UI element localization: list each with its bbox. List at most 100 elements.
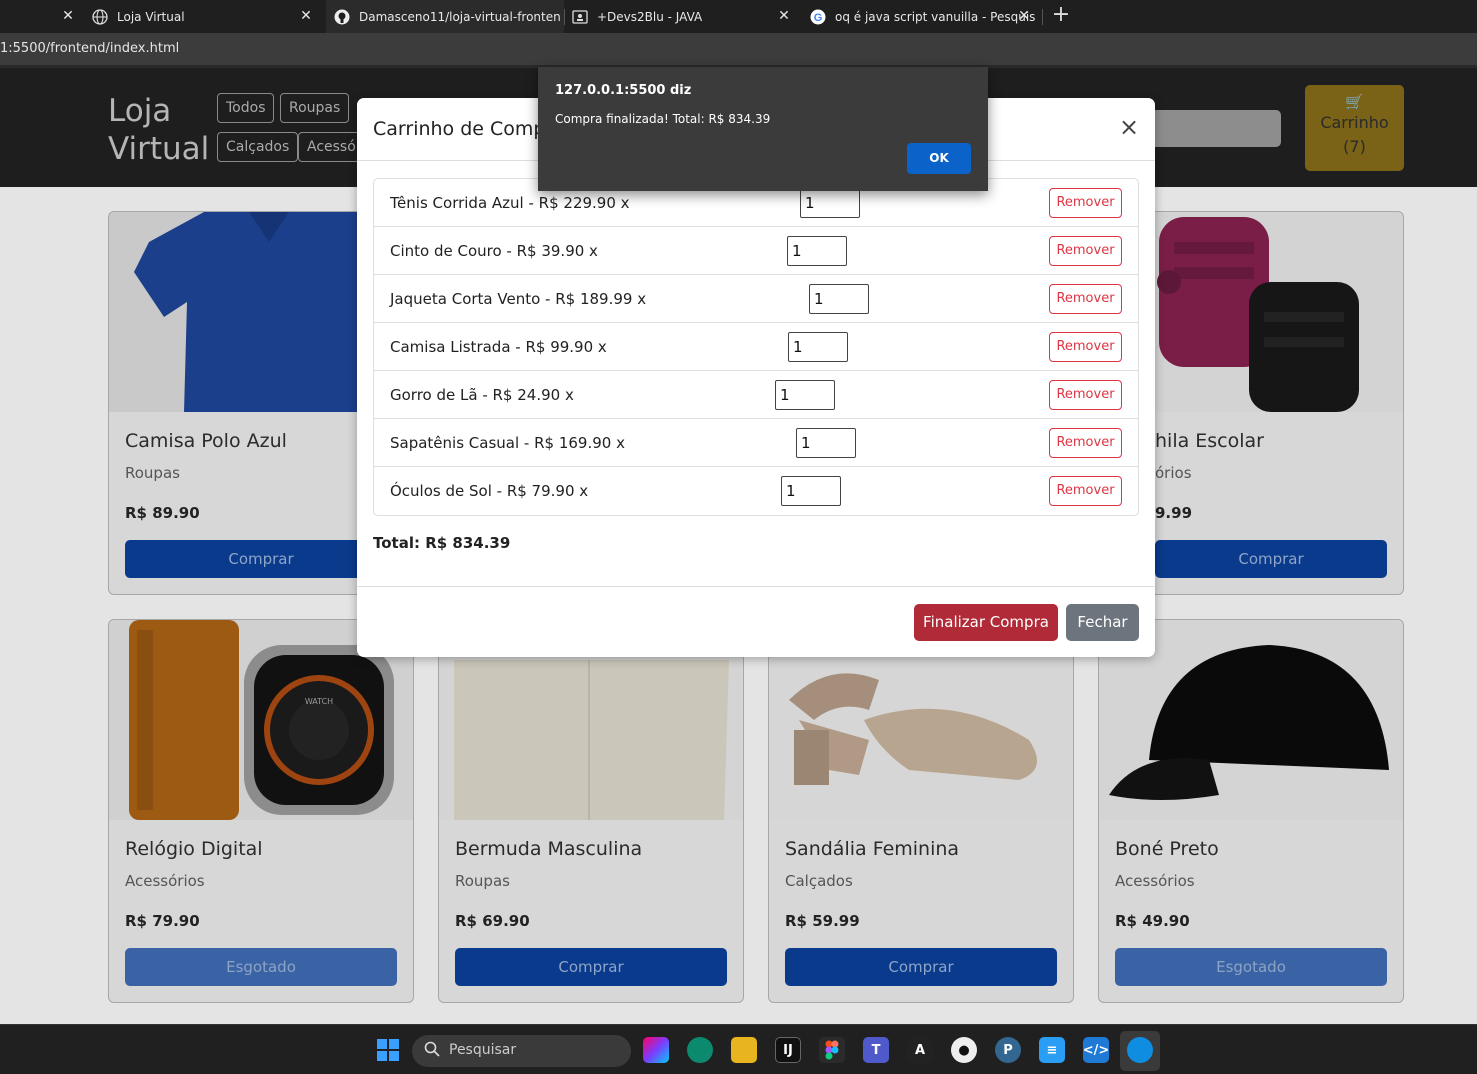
product-name: Relógio Digital xyxy=(125,838,263,860)
copilot-icon[interactable] xyxy=(643,1037,669,1063)
globe-icon xyxy=(92,8,108,25)
alert-ok-button[interactable]: OK xyxy=(907,143,971,174)
cart-button[interactable]: 🛒 Carrinho (7) xyxy=(1305,85,1404,171)
app-panda-icon[interactable]: ● xyxy=(951,1037,977,1063)
remove-button[interactable]: Remover xyxy=(1049,188,1122,218)
intellij-icon[interactable]: IJ xyxy=(775,1037,801,1063)
cart-item: Óculos de Sol - R$ 79.90 x 1 Remover xyxy=(374,467,1138,515)
product-card: WATCH Relógio Digital Acessórios R$ 79.9… xyxy=(108,619,414,1003)
google-icon: G xyxy=(810,9,826,25)
address-bar[interactable]: 1:5500/frontend/index.html xyxy=(0,33,1477,65)
cart-item: Camisa Listrada - R$ 99.90 x 1 Remover xyxy=(374,323,1138,371)
cart-icon: 🛒 xyxy=(1345,93,1364,111)
cart-item-label: Cinto de Couro - R$ 39.90 x xyxy=(390,242,598,260)
product-category: Acessórios xyxy=(1115,872,1195,890)
cart-label: Carrinho xyxy=(1320,113,1389,132)
product-category: Roupas xyxy=(455,872,510,890)
file-explorer-icon[interactable] xyxy=(731,1037,757,1063)
taskbar-search-placeholder: Pesquisar xyxy=(449,1042,517,1058)
svg-text:G: G xyxy=(814,12,823,24)
cart-item-label: Tênis Corrida Azul - R$ 229.90 x xyxy=(390,194,630,212)
site-brand[interactable]: Loja Virtual xyxy=(108,92,209,168)
notepad-icon[interactable]: ≡ xyxy=(1039,1037,1065,1063)
remove-button[interactable]: Remover xyxy=(1049,332,1122,362)
cart-items-list: Tênis Corrida Azul - R$ 229.90 x 1 Remov… xyxy=(373,178,1139,516)
category-accessories-button[interactable]: Acessórios xyxy=(298,132,360,162)
product-price: R$ 89.90 xyxy=(125,504,200,522)
finalize-purchase-button[interactable]: Finalizar Compra xyxy=(914,604,1058,641)
close-icon[interactable]: × xyxy=(1117,115,1141,140)
tab-devs2blu[interactable]: +Devs2Blu - JAVA ✕ xyxy=(564,0,800,33)
vscode-icon[interactable]: </> xyxy=(1083,1037,1109,1063)
close-icon[interactable]: ✕ xyxy=(776,8,792,24)
remove-button[interactable]: Remover xyxy=(1049,476,1122,506)
cart-item-label: Gorro de Lã - R$ 24.90 x xyxy=(390,386,574,404)
cart-item: Sapatênis Casual - R$ 169.90 x 1 Remover xyxy=(374,419,1138,467)
quantity-input[interactable]: 1 xyxy=(781,476,841,506)
sold-out-button[interactable]: Esgotado xyxy=(1115,948,1387,986)
product-card: Sandália Feminina Calçados R$ 59.99 Comp… xyxy=(768,619,1074,1003)
product-price: 9.99 xyxy=(1155,504,1193,522)
tab-loja-virtual[interactable]: Loja Virtual ✕ xyxy=(84,0,322,33)
edge-icon[interactable] xyxy=(687,1037,713,1063)
cart-item-label: Óculos de Sol - R$ 79.90 x xyxy=(390,482,589,500)
quantity-input[interactable]: 1 xyxy=(775,380,835,410)
taskbar-search[interactable]: Pesquisar xyxy=(412,1035,631,1067)
cart-total: Total: R$ 834.39 xyxy=(373,534,511,552)
product-name: hila Escolar xyxy=(1155,430,1264,452)
sold-out-button[interactable]: Esgotado xyxy=(125,948,397,986)
quantity-input[interactable]: 1 xyxy=(796,428,856,458)
category-all-button[interactable]: Todos xyxy=(217,93,275,123)
close-icon[interactable]: ✕ xyxy=(60,8,76,24)
product-category: órios xyxy=(1155,464,1192,482)
close-icon[interactable]: ✕ xyxy=(298,8,314,24)
remove-button[interactable]: Remover xyxy=(1049,428,1122,458)
app-a-icon[interactable]: A xyxy=(907,1037,933,1063)
product-name: Boné Preto xyxy=(1115,838,1219,860)
product-price: R$ 59.99 xyxy=(785,912,860,930)
quantity-input[interactable]: 1 xyxy=(788,332,848,362)
close-icon[interactable]: ✕ xyxy=(1016,8,1032,24)
product-category: Calçados xyxy=(785,872,853,890)
edge-active-icon[interactable] xyxy=(1127,1037,1153,1063)
buy-button[interactable]: Comprar xyxy=(785,948,1057,986)
product-name: Camisa Polo Azul xyxy=(125,430,287,452)
tab-google-search[interactable]: G oq é java script vanuilla - Pesquis ✕ xyxy=(802,0,1040,33)
alert-title: 127.0.0.1:5500 diz xyxy=(555,83,692,98)
teams-icon[interactable]: T xyxy=(863,1037,889,1063)
product-category: Acessórios xyxy=(125,872,205,890)
cart-item-label: Camisa Listrada - R$ 99.90 x xyxy=(390,338,607,356)
product-card: Boné Preto Acessórios R$ 49.90 Esgotado xyxy=(1098,619,1404,1003)
close-modal-button[interactable]: Fechar xyxy=(1066,604,1139,641)
buy-button[interactable]: Comprar xyxy=(455,948,727,986)
browser-tab-bar: ✕ Loja Virtual ✕ Damasceno11/loja-virtua… xyxy=(0,0,1477,33)
tab-close-previous[interactable]: ✕ xyxy=(0,0,82,33)
cart-item: Gorro de Lã - R$ 24.90 x 1 Remover xyxy=(374,371,1138,419)
new-tab-button[interactable]: + xyxy=(1050,2,1072,27)
figma-icon[interactable] xyxy=(819,1037,845,1063)
remove-button[interactable]: Remover xyxy=(1049,284,1122,314)
product-category: Roupas xyxy=(125,464,180,482)
remove-button[interactable]: Remover xyxy=(1049,380,1122,410)
buy-button[interactable]: Comprar xyxy=(1155,540,1387,578)
github-icon xyxy=(334,9,350,25)
postgres-icon[interactable]: P xyxy=(995,1037,1021,1063)
tab-title: oq é java script vanuilla - Pesquis xyxy=(835,9,1036,24)
search-icon xyxy=(424,1041,440,1061)
product-name: Bermuda Masculina xyxy=(455,838,643,860)
cart-item-label: Sapatênis Casual - R$ 169.90 x xyxy=(390,434,625,452)
tab-title: Damasceno11/loja-virtual-fronten xyxy=(359,9,561,24)
quantity-input[interactable]: 1 xyxy=(809,284,869,314)
cart-item: Jaqueta Corta Vento - R$ 189.99 x 1 Remo… xyxy=(374,275,1138,323)
tab-title: +Devs2Blu - JAVA xyxy=(597,9,703,24)
remove-button[interactable]: Remover xyxy=(1049,236,1122,266)
url-text[interactable]: 1:5500/frontend/index.html xyxy=(0,41,179,56)
category-clothes-button[interactable]: Roupas xyxy=(280,93,350,123)
quantity-input[interactable]: 1 xyxy=(800,188,860,218)
tab-github[interactable]: Damasceno11/loja-virtual-fronten xyxy=(326,0,564,33)
quantity-input[interactable]: 1 xyxy=(787,236,847,266)
category-shoes-button[interactable]: Calçados xyxy=(217,132,299,162)
product-price: R$ 49.90 xyxy=(1115,912,1190,930)
windows-start-icon[interactable] xyxy=(375,1037,401,1063)
tab-title: Loja Virtual xyxy=(117,9,185,24)
